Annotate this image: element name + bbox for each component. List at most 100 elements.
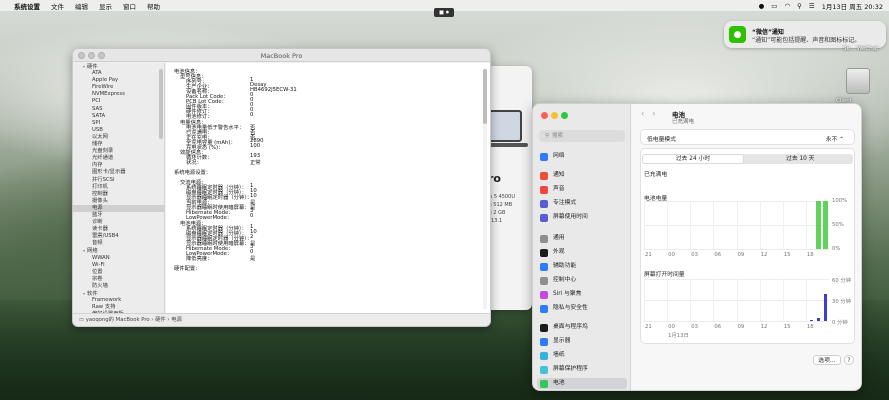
chart-bar[interactable] [810, 319, 814, 321]
sidebar-section[interactable]: ▾ 网络 [73, 247, 164, 254]
sidebar-item[interactable]: 光纤通道 [73, 155, 164, 162]
battery-status-icon[interactable]: ▭ [771, 2, 777, 10]
sidebar-item-label: PCI [92, 98, 101, 105]
settings-sidebar-item[interactable]: 辅助功能 [537, 261, 627, 272]
sidebar-section[interactable]: ▾ 硬件 [73, 63, 164, 70]
options-button[interactable]: 选项… [813, 355, 841, 365]
sidebar-item[interactable]: 图形卡/显示器 [73, 169, 164, 176]
sidebar-scrollbar[interactable] [159, 69, 163, 139]
sidebar-item[interactable]: 控制器 [73, 191, 164, 198]
chart-bar[interactable] [824, 294, 828, 321]
content-scrollbar-thumb[interactable] [483, 69, 487, 124]
close-button[interactable] [541, 112, 548, 119]
menu-window[interactable]: 窗口 [123, 1, 136, 11]
sidebar-item[interactable]: 诊断 [73, 219, 164, 226]
disclosure-icon[interactable]: ▾ [83, 291, 85, 296]
settings-sidebar-item[interactable]: 网络 [537, 151, 627, 162]
sidebar-item[interactable]: WWAN [73, 255, 164, 262]
sidebar-item[interactable]: 摄像头 [73, 198, 164, 205]
sidebar-item-label: 软件 [87, 291, 98, 297]
control-center-icon[interactable]: ☰ [809, 2, 815, 10]
settings-sidebar-item[interactable]: Siri 与聚焦 [537, 289, 627, 300]
search-icon[interactable]: ⚲ [797, 2, 802, 10]
settings-sidebar-item[interactable]: 控制中心 [537, 275, 627, 286]
chart-bar[interactable] [817, 317, 821, 321]
window-titlebar[interactable]: MacBook Pro [73, 49, 490, 62]
sidebar-item[interactable]: FireWire [73, 84, 164, 91]
sidebar-item[interactable]: 雷雳/USB4 [73, 233, 164, 240]
menu-app-name[interactable]: 系统设置 [14, 1, 40, 11]
settings-category-icon [540, 153, 548, 161]
system-information-window[interactable]: MacBook Pro ▾ 硬件 ATA Apple Pay FireWire NVMEx… [72, 48, 491, 327]
sidebar-item[interactable]: Apple Pay [73, 77, 164, 84]
gridline [782, 201, 784, 249]
settings-sidebar-item[interactable]: 桌面与程序坞 [537, 322, 627, 333]
sidebar-section[interactable]: ▾ 软件 [73, 290, 164, 297]
sidebar-item[interactable]: 宗卷 [73, 276, 164, 283]
info-value: 0 [250, 112, 254, 119]
sidebar-item[interactable]: 蓝牙 [73, 212, 164, 219]
menu-help[interactable]: 帮助 [147, 1, 160, 11]
sidebar-item[interactable]: PCI [73, 98, 164, 105]
settings-sidebar-item[interactable]: 屏幕使用时间 [537, 212, 627, 223]
low-power-select[interactable]: 永不 ⌃ [826, 134, 844, 143]
sidebar-item[interactable]: SATA [73, 113, 164, 120]
x-tick-label: 18 [806, 324, 814, 330]
sidebar-item[interactable]: 并行SCSI [73, 177, 164, 184]
settings-sidebar-item[interactable]: 通知 [537, 170, 627, 181]
settings-sidebar-item[interactable]: 专注模式 [537, 198, 627, 209]
forward-arrow-icon[interactable]: › [652, 109, 655, 118]
disk-icon[interactable] [846, 68, 870, 94]
settings-sidebar-item[interactable]: 隐私与安全性 [537, 303, 627, 314]
sidebar-item[interactable]: 储存 [73, 141, 164, 148]
system-settings-window[interactable]: ⚲ 搜索 网络通知声音专注模式屏幕使用时间 通用外观辅助功能控制中心 Siri 与聚焦… [532, 103, 862, 391]
settings-sidebar-item[interactable]: 声音 [537, 184, 627, 195]
wifi-icon[interactable]: ◠ [784, 2, 790, 10]
segment-24h[interactable]: 过去 24 小时 [643, 155, 743, 163]
segment-10d[interactable]: 过去 10 天 [748, 154, 854, 164]
settings-sidebar-item[interactable]: 电池 [537, 378, 627, 389]
disclosure-icon[interactable]: ▾ [83, 64, 85, 69]
time-range-segmented[interactable]: 过去 24 小时 过去 10 天 [642, 154, 853, 164]
sidebar-item[interactable]: 防火墙 [73, 283, 164, 290]
desktop-wechat-label[interactable]: Se... WeChat [843, 46, 878, 52]
sidebar-item[interactable]: SPI [73, 120, 164, 127]
sidebar-item[interactable]: 位置 [73, 269, 164, 276]
sidebar-item[interactable]: 打印机 [73, 184, 164, 191]
settings-sidebar-item[interactable]: 显示器 [537, 336, 627, 347]
screen-record-pill[interactable]: ◼ ⏺ [434, 8, 454, 17]
settings-sidebar-label: 隐私与安全性 [553, 305, 588, 311]
settings-sidebar-item[interactable]: 屏幕保护程序 [537, 364, 627, 375]
menu-view[interactable]: 显示 [99, 1, 112, 11]
settings-sidebar-label: 控制中心 [553, 277, 577, 283]
settings-sidebar-item[interactable]: 通用 [537, 233, 627, 244]
back-arrow-icon[interactable]: ‹ [641, 109, 644, 118]
menu-edit[interactable]: 编辑 [75, 1, 88, 11]
menubar-clock[interactable]: 1月13日 周五 20:32 [822, 1, 883, 11]
help-button[interactable]: ? [844, 355, 854, 365]
sidebar-item[interactable]: NVMExpress [73, 91, 164, 98]
sidebar-item[interactable]: Framework [73, 297, 164, 304]
sidebar-item[interactable]: 以太网 [73, 134, 164, 141]
minimize-button[interactable] [551, 112, 558, 119]
sidebar-item[interactable]: 电源 [73, 204, 164, 212]
wechat-status-icon[interactable]: ● [759, 2, 765, 10]
settings-sidebar-item[interactable]: 外观 [537, 247, 627, 258]
wechat-notification[interactable]: ● “微信”通知 “通知”可能包括提醒、声音和图标标记。 [724, 21, 886, 48]
settings-search-input[interactable]: ⚲ 搜索 [539, 130, 625, 142]
settings-sidebar-item[interactable]: 墙纸 [537, 350, 627, 361]
sysinfo-sidebar[interactable]: ▾ 硬件 ATA Apple Pay FireWire NVMExpress PCI SAS S… [73, 63, 165, 315]
zoom-button[interactable] [561, 112, 568, 119]
settings-sidebar-label: 辅助功能 [553, 263, 577, 269]
sidebar-item[interactable]: 音频 [73, 240, 164, 247]
sidebar-item[interactable]: SAS [73, 106, 164, 113]
sidebar-item[interactable]: USB [73, 127, 164, 134]
sidebar-item[interactable]: Wi-Fi [73, 262, 164, 269]
chart-bar[interactable] [823, 201, 829, 249]
menu-file[interactable]: 文件 [51, 1, 64, 11]
sidebar-item[interactable]: 光盘刻录 [73, 148, 164, 155]
chart-bar[interactable] [816, 201, 822, 249]
disclosure-icon[interactable]: ▾ [83, 248, 85, 253]
sidebar-item-label: 以太网 [92, 133, 108, 140]
sidebar-item[interactable]: ATA [73, 70, 164, 77]
